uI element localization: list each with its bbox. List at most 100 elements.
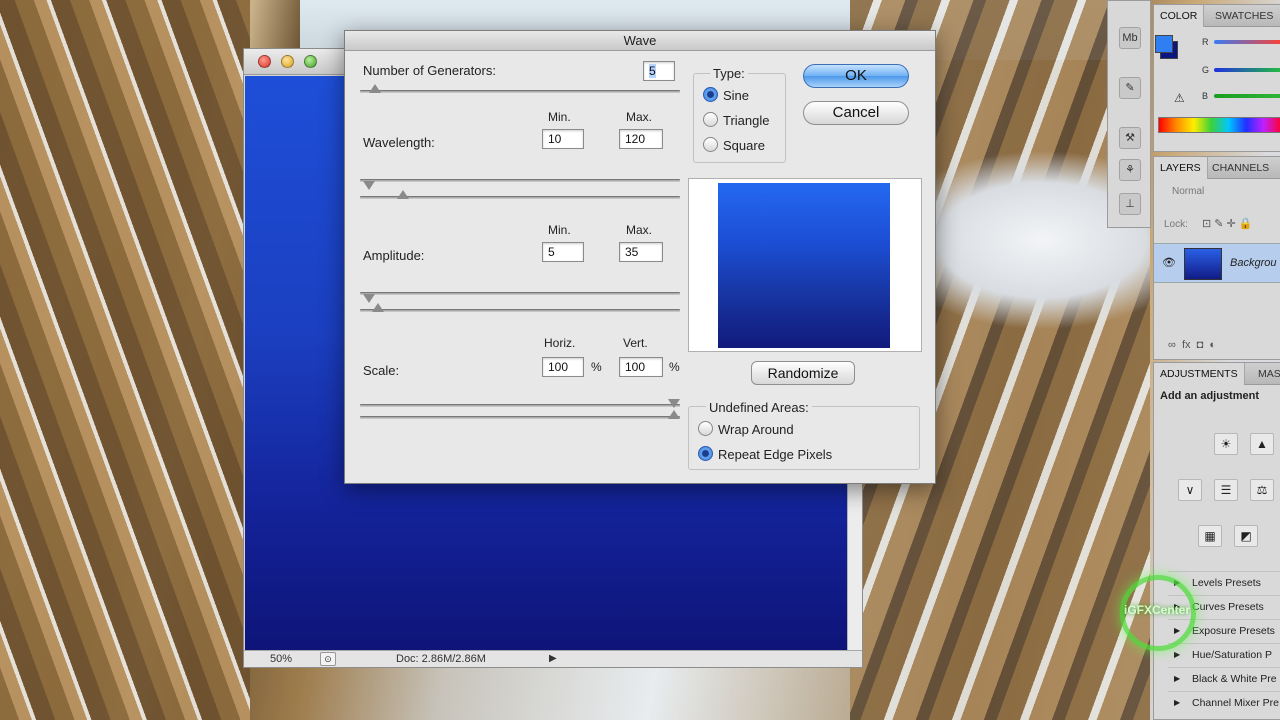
selective-color-icon[interactable]: ▦ xyxy=(1198,525,1222,547)
brush-icon[interactable]: ✎ xyxy=(1119,77,1141,99)
layer-thumbnail xyxy=(1184,248,1222,280)
type-sine-radio[interactable] xyxy=(703,87,718,102)
wavelength-max-thumb[interactable] xyxy=(396,190,409,199)
amplitude-max-label: Max. xyxy=(626,223,653,237)
layer-row-background[interactable]: 👁 Backgrou xyxy=(1154,243,1280,283)
preset-label: Levels Presets xyxy=(1192,577,1261,589)
zoom-window-button[interactable] xyxy=(304,55,317,68)
wavelength-min-track[interactable] xyxy=(360,179,680,182)
generators-value: 5 xyxy=(649,64,656,78)
generators-label: Number of Generators: xyxy=(363,63,496,78)
layers-panel-tabs: LAYERS CHANNELS xyxy=(1154,157,1280,179)
levels-icon[interactable]: ▲ xyxy=(1250,433,1274,455)
tab-color[interactable]: COLOR xyxy=(1154,5,1205,27)
gradient-map-icon[interactable]: ◩ xyxy=(1234,525,1258,547)
amplitude-max-track[interactable] xyxy=(360,309,680,312)
type-triangle-label[interactable]: Triangle xyxy=(723,113,769,128)
color-balance-icon[interactable]: ⚖ xyxy=(1250,479,1274,501)
vert-label: Vert. xyxy=(623,336,648,350)
expand-arrow-icon: ▶ xyxy=(1174,674,1181,683)
layer-footer-icons[interactable]: ∞ fx ◘ ◐ xyxy=(1168,339,1216,351)
generators-slider-thumb[interactable] xyxy=(369,84,382,93)
wavelength-min-input[interactable]: 10 xyxy=(542,129,584,149)
zoom-level[interactable]: 50% xyxy=(270,653,292,665)
wave-preview-image xyxy=(718,183,890,348)
generators-input[interactable]: 5 xyxy=(643,61,675,81)
adjustments-hint: Add an adjustment xyxy=(1160,390,1260,402)
preset-label: Hue/Saturation P xyxy=(1192,649,1272,661)
tab-channels[interactable]: CHANNELS xyxy=(1206,157,1275,179)
undefined-areas-title: Undefined Areas: xyxy=(706,400,812,415)
type-triangle-radio[interactable] xyxy=(703,112,718,127)
wavelength-min-label: Min. xyxy=(548,110,571,124)
type-sine-label[interactable]: Sine xyxy=(723,88,749,103)
status-menu-arrow-icon[interactable]: ▶ xyxy=(549,653,557,664)
horiz-slider-track[interactable] xyxy=(360,404,680,407)
desktop-background-rock xyxy=(0,0,250,720)
hue-saturation-icon[interactable]: ☰ xyxy=(1214,479,1238,501)
navigator-icon[interactable]: ⊙ xyxy=(320,652,336,666)
stamp-icon[interactable]: ⊥ xyxy=(1119,193,1141,215)
channel-r-label: R xyxy=(1202,37,1209,47)
type-square-label[interactable]: Square xyxy=(723,138,765,153)
channel-b-slider[interactable] xyxy=(1214,94,1280,98)
wavelength-label: Wavelength: xyxy=(363,135,435,150)
horiz-slider-thumb[interactable] xyxy=(668,399,680,408)
scale-label: Scale: xyxy=(363,363,400,378)
vibrance-icon[interactable]: ∨ xyxy=(1178,479,1202,501)
out-of-gamut-warning-icon[interactable]: ⚠ xyxy=(1174,91,1185,105)
close-window-button[interactable] xyxy=(258,55,271,68)
amplitude-max-input[interactable]: 35 xyxy=(619,242,663,262)
tab-layers[interactable]: LAYERS xyxy=(1154,157,1208,179)
amplitude-min-track[interactable] xyxy=(360,292,680,295)
wrap-around-label[interactable]: Wrap Around xyxy=(718,422,794,437)
clone-source-icon[interactable]: ⚘ xyxy=(1119,159,1141,181)
color-spectrum-ramp[interactable] xyxy=(1158,117,1280,133)
channel-g-slider[interactable] xyxy=(1214,68,1280,72)
minimize-window-button[interactable] xyxy=(281,55,294,68)
blend-mode-select[interactable]: Normal xyxy=(1172,186,1204,197)
preset-black-white[interactable]: ▶ Black & White Pre xyxy=(1168,667,1280,689)
channel-g-label: G xyxy=(1202,65,1210,75)
horiz-input[interactable]: 100 xyxy=(542,357,584,377)
horiz-label: Horiz. xyxy=(544,336,576,350)
tool-presets-icon[interactable]: ⚒ xyxy=(1119,127,1141,149)
amplitude-min-thumb[interactable] xyxy=(363,294,376,303)
wrap-around-radio[interactable] xyxy=(698,421,713,436)
amplitude-max-thumb[interactable] xyxy=(372,303,385,312)
ok-button[interactable]: OK xyxy=(803,64,909,88)
vert-slider-track[interactable] xyxy=(360,416,680,419)
channel-b-label: B xyxy=(1202,91,1209,101)
layer-visibility-eye-icon[interactable]: 👁 xyxy=(1162,256,1176,269)
dialog-title: Wave xyxy=(345,31,935,51)
vert-slider-thumb[interactable] xyxy=(668,410,680,419)
expand-arrow-icon: ▶ xyxy=(1174,650,1181,659)
tab-masks[interactable]: MAS xyxy=(1252,363,1280,385)
preset-channel-mixer[interactable]: ▶ Channel Mixer Pre xyxy=(1168,691,1280,713)
channel-r-slider[interactable] xyxy=(1214,40,1280,44)
lock-icons[interactable]: ⊡ ✎ ✛ 🔒 xyxy=(1202,217,1253,230)
wave-preview-frame xyxy=(688,178,922,352)
brightness-contrast-icon[interactable]: ☀ xyxy=(1214,433,1238,455)
repeat-edge-pixels-radio[interactable] xyxy=(698,446,713,461)
color-panel-tabs: COLOR SWATCHES xyxy=(1154,5,1280,27)
amplitude-min-input[interactable]: 5 xyxy=(542,242,584,262)
randomize-button[interactable]: Randomize xyxy=(751,361,855,385)
watermark-logo-text: iGFXCenter xyxy=(1124,603,1191,617)
cancel-button[interactable]: Cancel xyxy=(803,101,909,125)
foreground-color-swatch[interactable] xyxy=(1155,35,1173,53)
tab-swatches[interactable]: SWATCHES xyxy=(1209,5,1279,27)
type-square-radio[interactable] xyxy=(703,137,718,152)
vert-input[interactable]: 100 xyxy=(619,357,663,377)
repeat-edge-pixels-label[interactable]: Repeat Edge Pixels xyxy=(718,447,832,462)
wavelength-min-thumb[interactable] xyxy=(363,181,376,190)
adjustments-panel-tabs: ADJUSTMENTS MAS xyxy=(1154,363,1280,385)
layer-name[interactable]: Backgrou xyxy=(1230,257,1276,269)
tab-adjustments[interactable]: ADJUSTMENTS xyxy=(1154,363,1245,385)
mini-bridge-icon[interactable]: Mb xyxy=(1119,27,1141,49)
preset-hue-saturation[interactable]: ▶ Hue/Saturation P xyxy=(1168,643,1280,665)
wave-dialog: Wave Number of Generators: 5 Min. Max. W… xyxy=(344,30,936,484)
vert-percent: % xyxy=(669,360,680,374)
generators-slider-track[interactable] xyxy=(360,90,680,93)
wavelength-max-input[interactable]: 120 xyxy=(619,129,663,149)
